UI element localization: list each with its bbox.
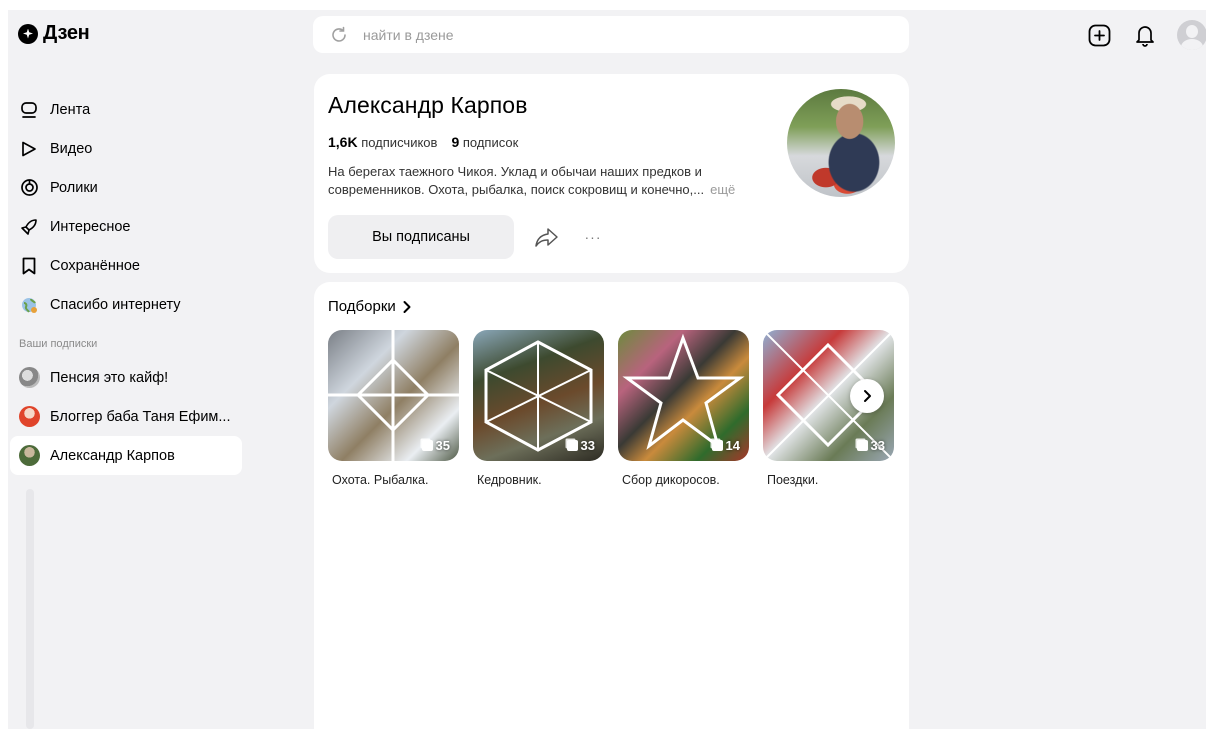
subscription-label: Блоггер баба Таня Ефим...: [50, 408, 231, 425]
dzen-logo-icon: [18, 23, 38, 44]
collection-label: Кедровник.: [477, 473, 542, 487]
gallery-icon: [711, 440, 723, 451]
sidebar-item-label: Сохранённое: [50, 257, 140, 274]
photo-count: 33: [580, 438, 595, 453]
chevron-right-icon: [864, 390, 871, 402]
subscription-item[interactable]: Блоггер баба Таня Ефим...: [10, 397, 242, 436]
channel-stats: 1,6K подписчиков 9 подписок: [328, 134, 518, 150]
dzen-logo-text: Дзен: [43, 22, 90, 44]
sidebar-scrollbar[interactable]: [26, 489, 34, 729]
chevron-right-icon: [403, 300, 411, 313]
carousel-next-button[interactable]: [850, 379, 884, 413]
subscription-label: Александр Карпов: [50, 447, 175, 464]
channel-description-text: На берегах таежного Чикоя. Уклад и обыча…: [328, 164, 705, 197]
subscribers-label: подписчиков: [361, 135, 438, 150]
sidebar-item-label: Видео: [50, 140, 93, 157]
collection-label: Сбор дикоросов.: [622, 473, 720, 487]
gallery-icon: [421, 440, 433, 451]
notifications-button[interactable]: [1133, 21, 1157, 49]
shorts-icon: [19, 178, 39, 198]
sidebar-nav: Лента Видео Ролики Интересное Сохранённо…: [10, 90, 242, 475]
sidebar-item-label: Ролики: [50, 179, 98, 196]
photo-count: 33: [870, 438, 885, 453]
description-more-link[interactable]: ещё: [710, 182, 735, 197]
sidebar-item-label: Лента: [50, 101, 91, 118]
gallery-icon: [856, 440, 868, 451]
channel-avatar: [19, 445, 40, 466]
photo-count-badge: 33: [856, 438, 885, 453]
collection-label: Поездки.: [767, 473, 819, 487]
subscribed-button[interactable]: Вы подписаны: [328, 215, 514, 259]
sidebar-item-feed[interactable]: Лента: [10, 90, 242, 129]
sidebar-item-saved[interactable]: Сохранённое: [10, 246, 242, 285]
gallery-icon: [566, 440, 578, 451]
collection-thumbnail: 14: [618, 330, 749, 461]
subscriptions-heading: Ваши подписки: [19, 338, 98, 350]
channel-avatar: [19, 367, 40, 388]
collections-title-link[interactable]: Подборки: [328, 298, 412, 315]
collection-label: Охота. Рыбалка.: [332, 473, 429, 487]
collections-list: 35 Охота. Рыбалка. 33 Кедровник. 14 Сбор…: [328, 330, 894, 487]
sidebar-item-video[interactable]: Видео: [10, 129, 242, 168]
collection-card[interactable]: 14 Сбор дикоросов.: [618, 330, 749, 487]
subscribers-stat[interactable]: 1,6K подписчиков: [328, 134, 437, 150]
photo-count-badge: 33: [566, 438, 595, 453]
rocket-icon: [19, 217, 39, 237]
search-input[interactable]: [363, 26, 883, 43]
globe-icon: [19, 295, 39, 315]
collection-thumbnail: 33: [473, 330, 604, 461]
feed-icon: [19, 100, 39, 120]
subscriptions-count: 9: [451, 134, 460, 150]
subscription-label: Пенсия это кайф!: [50, 369, 169, 386]
search-bar[interactable]: [313, 16, 909, 53]
collection-thumbnail: 35: [328, 330, 459, 461]
photo-count: 35: [435, 438, 450, 453]
play-icon: [19, 139, 39, 159]
sidebar-item-shorts[interactable]: Ролики: [10, 168, 242, 207]
bookmark-icon: [19, 256, 39, 276]
share-button[interactable]: [534, 224, 560, 250]
collections-title: Подборки: [328, 298, 396, 315]
collections-section: Подборки 35 Охота. Рыбалка. 33 Кедровник…: [314, 282, 909, 729]
subscribers-count: 1,6K: [328, 134, 358, 150]
subscription-item[interactable]: Пенсия это кайф!: [10, 358, 242, 397]
channel-description: На берегах таежного Чикоя. Уклад и обыча…: [328, 163, 778, 199]
sidebar-item-label: Спасибо интернету: [50, 296, 181, 313]
user-avatar[interactable]: [1177, 20, 1206, 50]
channel-avatar-photo: [787, 89, 895, 197]
sidebar-item-thanks-internet[interactable]: Спасибо интернету: [10, 285, 242, 324]
more-options-button[interactable]: ···: [582, 226, 604, 248]
sidebar-item-label: Интересное: [50, 218, 131, 235]
sidebar-item-interesting[interactable]: Интересное: [10, 207, 242, 246]
subscriptions-label: подписок: [462, 135, 519, 150]
collection-card[interactable]: 33 Кедровник.: [473, 330, 604, 487]
top-actions: [1087, 20, 1206, 50]
subscription-item-active[interactable]: Александр Карпов: [10, 436, 242, 475]
photo-count-badge: 14: [711, 438, 740, 453]
share-icon: [535, 228, 558, 247]
channel-profile-card: Александр Карпов 1,6K подписчиков 9 подп…: [314, 74, 909, 273]
channel-avatar: [19, 406, 40, 427]
channel-name: Александр Карпов: [328, 92, 528, 118]
search-refresh-icon: [332, 26, 346, 42]
collection-card[interactable]: 35 Охота. Рыбалка.: [328, 330, 459, 487]
bell-icon: [1136, 26, 1154, 47]
photo-count-badge: 35: [421, 438, 450, 453]
create-post-button[interactable]: [1087, 21, 1111, 49]
dzen-logo[interactable]: Дзен: [18, 22, 90, 45]
subscriptions-stat[interactable]: 9 подписок: [451, 134, 518, 150]
photo-count: 14: [725, 438, 740, 453]
plus-square-icon: [1088, 24, 1110, 46]
